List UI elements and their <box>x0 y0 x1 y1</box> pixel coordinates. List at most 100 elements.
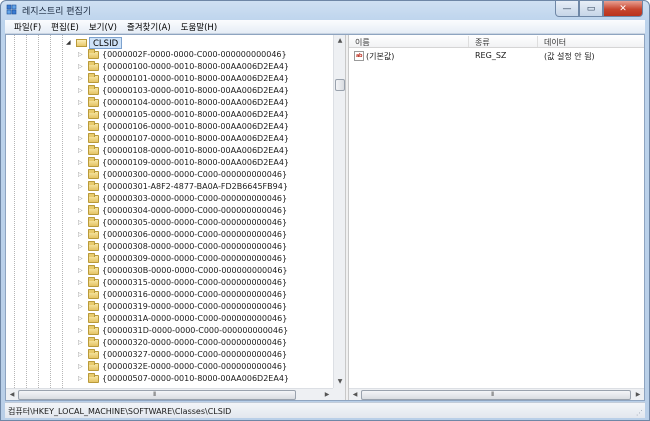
tree-item[interactable]: ▷ {0000031A-0000-0000-C000-000000000046} <box>6 313 333 325</box>
column-divider[interactable] <box>468 36 469 47</box>
tree-item[interactable]: ▷ {00000108-0000-0010-8000-00AA006D2EA4} <box>6 145 333 157</box>
tree-item[interactable]: ▷ {00000103-0000-0010-8000-00AA006D2EA4} <box>6 85 333 97</box>
tree-item[interactable]: ▷ {00000300-0000-0000-C000-000000000046} <box>6 169 333 181</box>
tree-item-clsid[interactable]: ◢ CLSID <box>6 37 333 49</box>
tree-horizontal-scrollbar[interactable]: ◀ III ▶ <box>6 388 333 400</box>
tree-item[interactable]: ▷ {00000106-0000-0010-8000-00AA006D2EA4} <box>6 121 333 133</box>
tree-item-label: {0000031A-0000-0000-C000-000000000046} <box>102 314 288 323</box>
expand-icon[interactable]: ▷ <box>78 135 85 143</box>
tree-item[interactable]: ▷ {00000507-0000-0010-8000-00AA006D2EA4} <box>6 373 333 385</box>
list-item[interactable]: ab (기본값) REG_SZ (값 설정 안 됨) <box>349 50 644 62</box>
expand-icon[interactable]: ▷ <box>78 219 85 227</box>
maximize-button[interactable]: ▭ <box>579 1 603 17</box>
tree-item-label: {00000104-0000-0010-8000-00AA006D2EA4} <box>102 98 290 107</box>
tree-item[interactable]: ▷ {00000109-0000-0010-8000-00AA006D2EA4} <box>6 157 333 169</box>
tree-item[interactable]: ▷ {00000303-0000-0000-C000-000000000046} <box>6 193 333 205</box>
title-bar[interactable]: 레지스트리 편집기 — ▭ ✕ <box>1 1 649 19</box>
expand-icon[interactable]: ▷ <box>78 267 85 275</box>
scroll-thumb[interactable] <box>335 79 345 91</box>
column-header-data[interactable]: 데이터 <box>544 37 566 48</box>
tree-item[interactable]: ▷ {00000327-0000-0000-C000-000000000046} <box>6 349 333 361</box>
tree-item[interactable]: ▷ {00000316-0000-0000-C000-000000000046} <box>6 289 333 301</box>
tree-item[interactable]: ▷ {00000101-0000-0010-8000-00AA006D2EA4} <box>6 73 333 85</box>
tree-item[interactable]: ▷ {00000107-0000-0010-8000-00AA006D2EA4} <box>6 133 333 145</box>
scroll-right-icon[interactable]: ▶ <box>632 389 644 400</box>
expand-icon[interactable]: ▷ <box>78 171 85 179</box>
tree-item-label: {00000108-0000-0010-8000-00AA006D2EA4} <box>102 146 290 155</box>
tree-item[interactable]: ▷ {00000308-0000-0000-C000-000000000046} <box>6 241 333 253</box>
expand-icon[interactable]: ▷ <box>78 111 85 119</box>
tree-item-label: {00000319-0000-0000-C000-000000000046} <box>102 302 288 311</box>
expand-icon[interactable]: ▷ <box>78 183 85 191</box>
menu-help[interactable]: 도움말(H) <box>176 21 222 33</box>
expand-icon[interactable]: ▷ <box>78 243 85 251</box>
minimize-button[interactable]: — <box>555 1 579 17</box>
tree-item[interactable]: ▷ {00000309-0000-0000-C000-000000000046} <box>6 253 333 265</box>
scroll-down-icon[interactable]: ▼ <box>334 376 345 388</box>
expand-icon[interactable]: ▷ <box>78 99 85 107</box>
expand-icon[interactable]: ▷ <box>78 279 85 287</box>
expand-icon[interactable]: ▷ <box>78 207 85 215</box>
menu-favorites[interactable]: 즐겨찾기(A) <box>122 21 176 33</box>
menu-file[interactable]: 파일(F) <box>9 21 46 33</box>
tree-item[interactable]: ▷ {00000105-0000-0010-8000-00AA006D2EA4} <box>6 109 333 121</box>
tree-item[interactable]: ▷ {0000031D-0000-0000-C000-000000000046} <box>6 325 333 337</box>
list-horizontal-scrollbar[interactable]: ◀ III ▶ <box>349 388 644 400</box>
resize-grip-icon[interactable]: ⋰ <box>636 409 643 417</box>
close-button[interactable]: ✕ <box>603 1 643 17</box>
tree-item[interactable]: ▷ {00000304-0000-0000-C000-000000000046} <box>6 205 333 217</box>
tree-item[interactable]: ▷ {00000306-0000-0000-C000-000000000046} <box>6 229 333 241</box>
expand-icon[interactable]: ▷ <box>78 231 85 239</box>
tree-item-label: {00000101-0000-0010-8000-00AA006D2EA4} <box>102 74 290 83</box>
expand-icon[interactable]: ▷ <box>78 51 85 59</box>
tree-item[interactable]: ▷ {00000301-A8F2-4877-BA0A-FD2B6645FB94} <box>6 181 333 193</box>
scroll-thumb[interactable]: III <box>361 390 631 400</box>
expand-icon[interactable]: ▷ <box>78 63 85 71</box>
tree-item-label: {00000320-0000-0000-C000-000000000046} <box>102 338 288 347</box>
expand-icon[interactable]: ▷ <box>78 255 85 263</box>
tree-item[interactable]: ▷ {00000319-0000-0000-C000-000000000046} <box>6 301 333 313</box>
tree-item[interactable]: ▷ {00000104-0000-0010-8000-00AA006D2EA4} <box>6 97 333 109</box>
menu-edit[interactable]: 편집(E) <box>46 21 84 33</box>
folder-open-icon <box>76 39 87 47</box>
expand-icon[interactable]: ▷ <box>78 303 85 311</box>
tree-item[interactable]: ▷ {00000315-0000-0000-C000-000000000046} <box>6 277 333 289</box>
expand-icon[interactable]: ▷ <box>78 147 85 155</box>
column-header-name[interactable]: 이름 <box>355 37 370 48</box>
expand-icon[interactable]: ▷ <box>78 159 85 167</box>
expand-icon[interactable]: ▷ <box>78 195 85 203</box>
scroll-right-icon[interactable]: ▶ <box>321 389 333 400</box>
registry-editor-icon <box>6 4 17 15</box>
expand-icon[interactable]: ▷ <box>78 75 85 83</box>
tree-item[interactable]: ▷ {00000320-0000-0000-C000-000000000046} <box>6 337 333 349</box>
scroll-left-icon[interactable]: ◀ <box>349 389 361 400</box>
tree-item[interactable]: ▷ {0000032E-0000-0000-C000-000000000046} <box>6 361 333 373</box>
expand-icon[interactable]: ▷ <box>78 123 85 131</box>
expand-icon[interactable]: ▷ <box>78 339 85 347</box>
tree-item[interactable]: ▷ {00000305-0000-0000-C000-000000000046} <box>6 217 333 229</box>
folder-icon <box>88 169 99 179</box>
expand-icon[interactable]: ▷ <box>78 375 85 383</box>
folder-icon <box>88 145 99 155</box>
expand-icon[interactable]: ▷ <box>78 363 85 371</box>
tree-item-label: {00000106-0000-0010-8000-00AA006D2EA4} <box>102 122 290 131</box>
expand-icon[interactable]: ▷ <box>78 351 85 359</box>
scroll-thumb[interactable]: III <box>18 390 296 400</box>
value-type: REG_SZ <box>475 51 507 60</box>
expand-icon[interactable]: ▷ <box>78 87 85 95</box>
expand-icon[interactable]: ▷ <box>78 315 85 323</box>
expand-icon[interactable]: ▷ <box>78 327 85 335</box>
tree-item[interactable]: ▷ {0000030B-0000-0000-C000-000000000046} <box>6 265 333 277</box>
expand-icon[interactable]: ▷ <box>78 291 85 299</box>
menu-view[interactable]: 보기(V) <box>84 21 122 33</box>
collapse-icon[interactable]: ◢ <box>66 39 71 46</box>
scroll-up-icon[interactable]: ▲ <box>334 35 345 47</box>
tree-vertical-scrollbar[interactable]: ▲ ▼ <box>333 35 345 388</box>
tree-item[interactable]: ▷ {00000100-0000-0010-8000-00AA006D2EA4} <box>6 61 333 73</box>
column-divider[interactable] <box>537 36 538 47</box>
scroll-left-icon[interactable]: ◀ <box>6 389 18 400</box>
tree-item-label: {00000507-0000-0010-8000-00AA006D2EA4} <box>102 374 290 383</box>
column-header-type[interactable]: 종류 <box>475 37 490 48</box>
tree-item[interactable]: ▷ {0000002F-0000-0000-C000-000000000046} <box>6 49 333 61</box>
folder-icon <box>88 121 99 131</box>
